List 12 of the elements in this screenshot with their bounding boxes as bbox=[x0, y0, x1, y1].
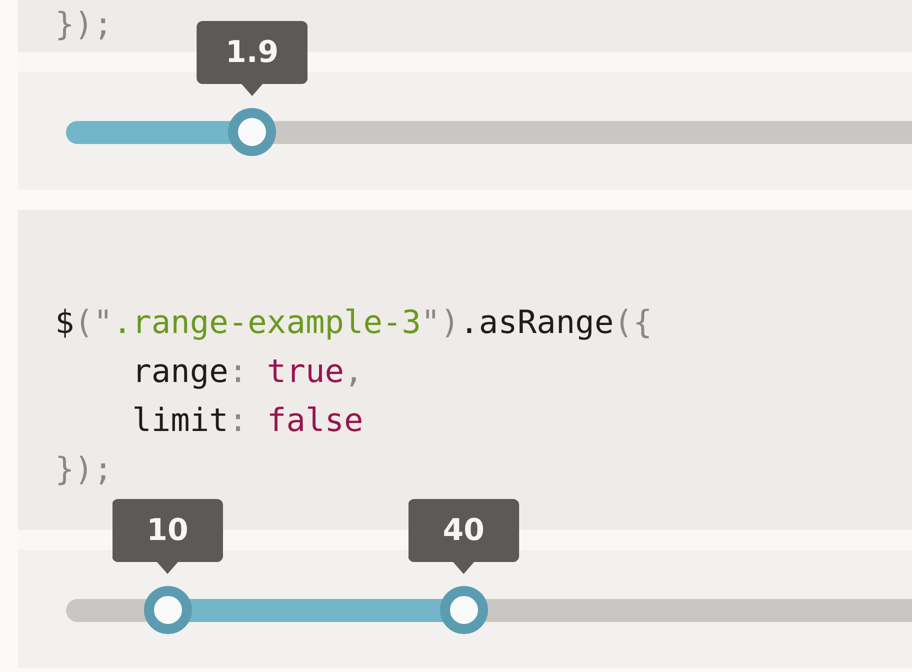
slider-thumb[interactable] bbox=[228, 108, 276, 156]
value-tooltip: 10 bbox=[112, 499, 224, 574]
slider-track[interactable] bbox=[66, 120, 912, 144]
value-tooltip: 1.9 bbox=[196, 21, 308, 96]
code-line: range: true, bbox=[132, 351, 364, 392]
value-tooltip: 40 bbox=[408, 499, 520, 574]
code-line: limit: false bbox=[132, 400, 364, 441]
slider-thumb[interactable] bbox=[440, 586, 488, 634]
code-line: $(".range-example-3").asRange({ bbox=[55, 302, 652, 343]
code-line: }); bbox=[55, 449, 113, 490]
slider-thumb[interactable] bbox=[144, 586, 192, 634]
code-line: }); bbox=[55, 4, 113, 45]
